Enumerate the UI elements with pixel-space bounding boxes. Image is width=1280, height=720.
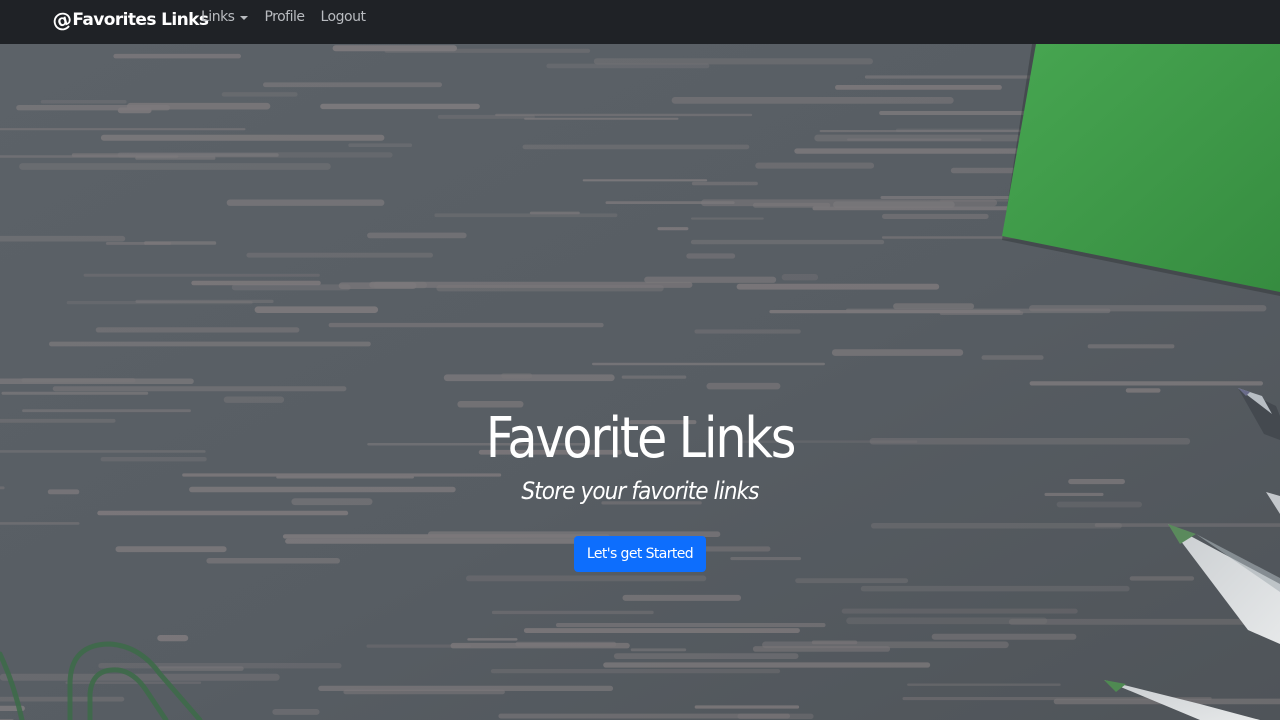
caret-down-icon <box>240 16 249 20</box>
hero-title: Favorite Links <box>485 406 797 471</box>
brand-link[interactable]: @ Favorites Links <box>49 5 209 35</box>
hero-section: Favorite Links Store your favorite links… <box>0 44 1280 720</box>
nav-links-label: Links <box>201 9 235 25</box>
nav-logout[interactable]: Logout <box>321 9 366 25</box>
hero-subtitle: Store your favorite links <box>521 477 759 505</box>
hero-background-image <box>0 44 1280 720</box>
at-sign-icon: @ <box>49 5 75 35</box>
get-started-button[interactable]: Let's get Started <box>573 536 707 572</box>
navbar: @ Favorites Links Links Profile Logout <box>0 0 1280 44</box>
brand-label: Favorites Links <box>72 10 209 30</box>
nav-profile[interactable]: Profile <box>264 9 305 25</box>
hero-content: Favorite Links Store your favorite links… <box>0 404 1280 572</box>
nav-links-dropdown[interactable]: Links <box>201 9 249 25</box>
nav-links: Links Profile Logout <box>201 9 366 25</box>
